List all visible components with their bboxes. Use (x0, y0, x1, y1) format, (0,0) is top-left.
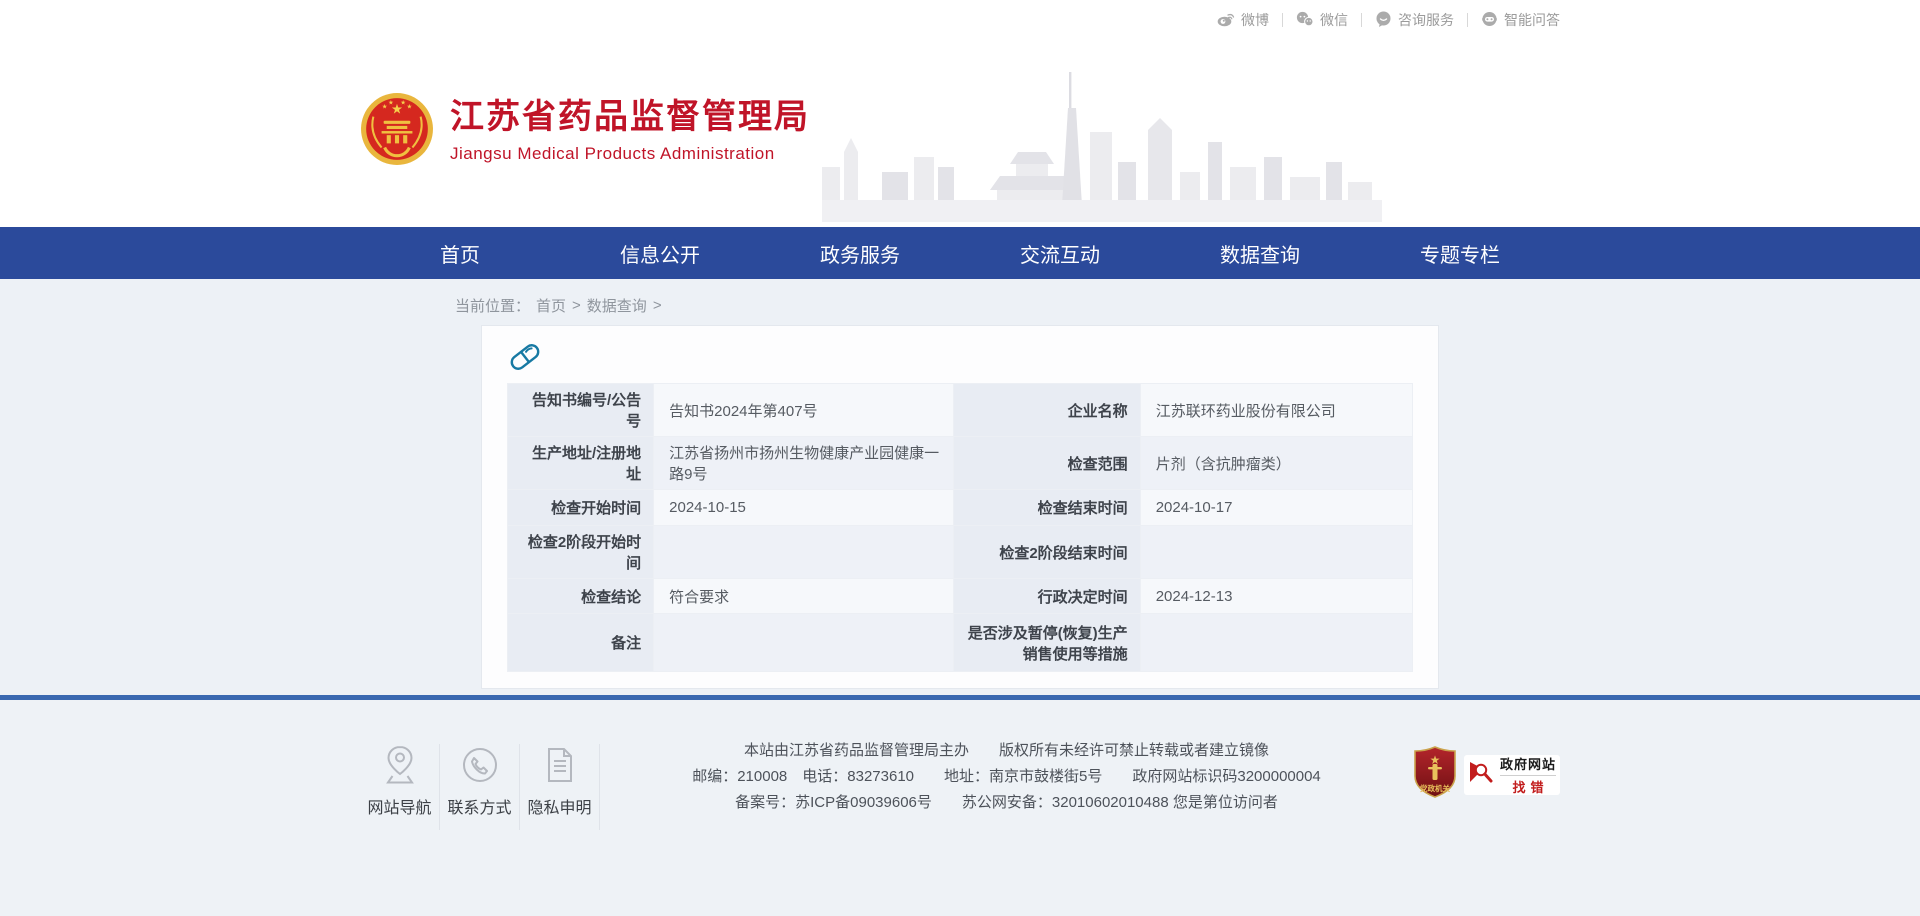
nav-item-topics[interactable]: 专题专栏 (1360, 227, 1560, 279)
field-value: 告知书2024年第407号 (654, 384, 954, 437)
table-row: 生产地址/注册地址 江苏省扬州市扬州生物健康产业园健康一路9号 检查范围 片剂（… (508, 437, 1413, 490)
table-row: 检查开始时间 2024-10-15 检查结束时间 2024-10-17 (508, 490, 1413, 526)
website-error-report-badge[interactable]: 政府网站 找错 (1464, 755, 1560, 795)
field-label: 检查2阶段开始时间 (508, 526, 654, 579)
footer-contact-label: 联系方式 (440, 794, 519, 818)
breadcrumb-section-link[interactable]: 数据查询 (587, 295, 647, 316)
table-row: 检查2阶段开始时间 检查2阶段结束时间 (508, 526, 1413, 579)
site-title: 江苏省药品监督管理局 (450, 99, 810, 136)
consult-service-link[interactable]: 咨询服务 (1375, 10, 1454, 30)
badge-report-title: 政府网站 (1500, 754, 1556, 773)
field-label: 行政决定时间 (954, 579, 1140, 614)
topbar: 微博 微信 咨询服务 智能问答 (0, 0, 1920, 40)
inspection-detail-card: 告知书编号/公告号 告知书2024年第407号 企业名称 江苏联环药业股份有限公… (481, 325, 1439, 689)
field-label: 检查范围 (954, 437, 1140, 490)
map-pin-icon (360, 744, 439, 786)
field-value: 2024-12-13 (1140, 579, 1412, 614)
svg-text:★: ★ (400, 99, 406, 106)
wechat-label: 微信 (1320, 10, 1348, 30)
field-value (654, 614, 954, 672)
svg-text:★: ★ (388, 99, 394, 106)
main-nav: 首页 信息公开 政务服务 交流互动 数据查询 专题专栏 (0, 227, 1920, 279)
party-gov-badge[interactable]: ★ 党政机关 (1413, 746, 1457, 803)
divider (1467, 13, 1468, 27)
breadcrumb-separator: > (653, 297, 662, 314)
weibo-link[interactable]: 微博 (1217, 10, 1269, 30)
field-value (1140, 614, 1412, 672)
field-value: 江苏联环药业股份有限公司 (1140, 384, 1412, 437)
footer-nav: 网站导航 联系方式 (360, 744, 600, 830)
svg-text:★: ★ (407, 103, 413, 110)
field-value: 2024-10-17 (1140, 490, 1412, 526)
breadcrumb-home-link[interactable]: 首页 (536, 295, 566, 316)
field-value (1140, 526, 1412, 579)
footer-line-contact: 邮编：210008 电话：83273610 地址：南京市鼓楼街5号 政府网站标识… (624, 764, 1389, 790)
content-area: 当前位置： 首页 > 数据查询 > (0, 279, 1920, 695)
table-row: 备注 是否涉及暂停(恢复)生产销售使用等措施 (508, 614, 1413, 672)
site-footer: 网站导航 联系方式 (0, 700, 1920, 830)
site-header: ★ ★ ★ ★ ★ (0, 40, 1920, 227)
site-logo[interactable]: ★ ★ ★ ★ ★ (360, 92, 810, 171)
weibo-icon (1217, 11, 1235, 30)
national-emblem-icon: ★ ★ ★ ★ ★ (360, 92, 434, 171)
divider (1361, 13, 1362, 27)
footer-info: 本站由江苏省药品监督管理局主办 版权所有未经许可禁止转载或者建立镜像 邮编：21… (600, 738, 1413, 816)
document-icon (520, 744, 599, 786)
chat-icon (1375, 11, 1392, 30)
breadcrumb-separator: > (572, 297, 581, 314)
footer-line-icp: 备案号：苏ICP备09039606号 苏公网安备：32010602010488 … (624, 790, 1389, 816)
field-label: 生产地址/注册地址 (508, 437, 654, 490)
smart-qa-label: 智能问答 (1504, 10, 1560, 30)
field-label: 检查开始时间 (508, 490, 654, 526)
nav-item-interact[interactable]: 交流互动 (960, 227, 1160, 279)
logo-text: 江苏省药品监督管理局 Jiangsu Medical Products Admi… (450, 99, 810, 163)
footer-badges: ★ 党政机关 政府网站 (1413, 746, 1560, 803)
footer-contact-link[interactable]: 联系方式 (440, 744, 520, 830)
footer-sitemap-link[interactable]: 网站导航 (360, 744, 440, 830)
field-value: 江苏省扬州市扬州生物健康产业园健康一路9号 (654, 437, 954, 490)
field-label: 是否涉及暂停(恢复)生产销售使用等措施 (954, 614, 1140, 672)
table-row: 检查结论 符合要求 行政决定时间 2024-12-13 (508, 579, 1413, 614)
nav-item-services[interactable]: 政务服务 (760, 227, 960, 279)
footer-privacy-label: 隐私申明 (520, 794, 599, 818)
wechat-icon (1296, 11, 1314, 30)
phone-icon (440, 744, 519, 786)
nav-item-home[interactable]: 首页 (360, 227, 560, 279)
field-label: 企业名称 (954, 384, 1140, 437)
inspection-detail-table: 告知书编号/公告号 告知书2024年第407号 企业名称 江苏联环药业股份有限公… (507, 383, 1413, 672)
table-row: 告知书编号/公告号 告知书2024年第407号 企业名称 江苏联环药业股份有限公… (508, 384, 1413, 437)
smart-qa-link[interactable]: 智能问答 (1481, 10, 1560, 30)
breadcrumb: 当前位置： 首页 > 数据查询 > (360, 294, 1560, 317)
svg-text:党政机关: 党政机关 (1420, 783, 1450, 793)
footer-line-host: 本站由江苏省药品监督管理局主办 版权所有未经许可禁止转载或者建立镜像 (624, 738, 1389, 764)
breadcrumb-prefix: 当前位置： (455, 295, 530, 316)
robot-icon (1481, 11, 1498, 30)
footer-sitemap-label: 网站导航 (360, 794, 439, 818)
field-label: 检查结束时间 (954, 490, 1140, 526)
badge-report-subtitle: 找错 (1500, 775, 1556, 796)
field-label: 备注 (508, 614, 654, 672)
field-label: 告知书编号/公告号 (508, 384, 654, 437)
consult-service-label: 咨询服务 (1398, 10, 1454, 30)
field-value: 片剂（含抗肿瘤类） (1140, 437, 1412, 490)
field-value: 2024-10-15 (654, 490, 954, 526)
find-error-icon (1468, 759, 1494, 790)
field-label: 检查结论 (508, 579, 654, 614)
page: 微博 微信 咨询服务 智能问答 (0, 0, 1920, 830)
site-subtitle: Jiangsu Medical Products Administration (450, 144, 810, 164)
city-skyline-graphic (822, 72, 1382, 227)
capsule-icon (507, 339, 543, 380)
nav-item-dataquery[interactable]: 数据查询 (1160, 227, 1360, 279)
weibo-label: 微博 (1241, 10, 1269, 30)
field-value: 符合要求 (654, 579, 954, 614)
wechat-link[interactable]: 微信 (1296, 10, 1348, 30)
nav-item-info[interactable]: 信息公开 (560, 227, 760, 279)
divider (1282, 13, 1283, 27)
svg-text:★: ★ (382, 103, 388, 110)
footer-privacy-link[interactable]: 隐私申明 (520, 744, 600, 830)
field-label: 检查2阶段结束时间 (954, 526, 1140, 579)
field-value (654, 526, 954, 579)
